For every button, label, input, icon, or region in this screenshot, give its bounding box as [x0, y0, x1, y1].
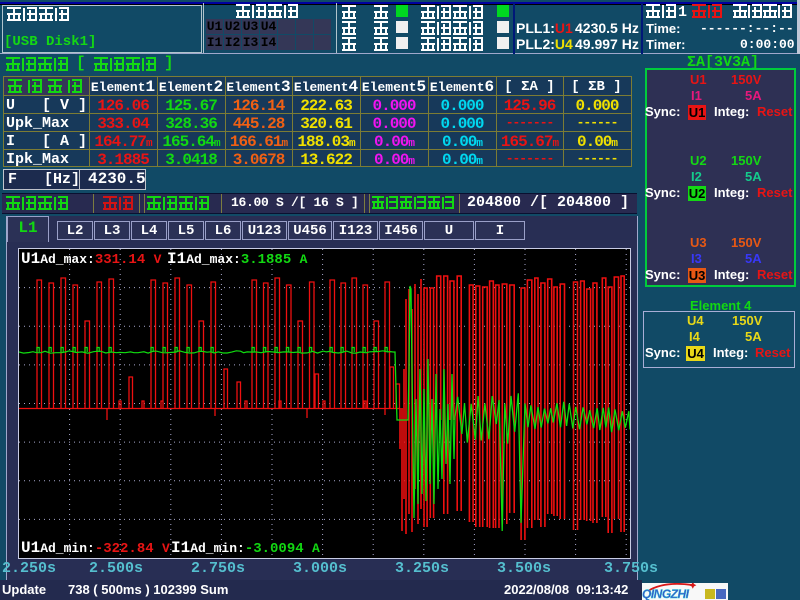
svg-text:QINGZHI: QINGZHI [642, 587, 690, 600]
